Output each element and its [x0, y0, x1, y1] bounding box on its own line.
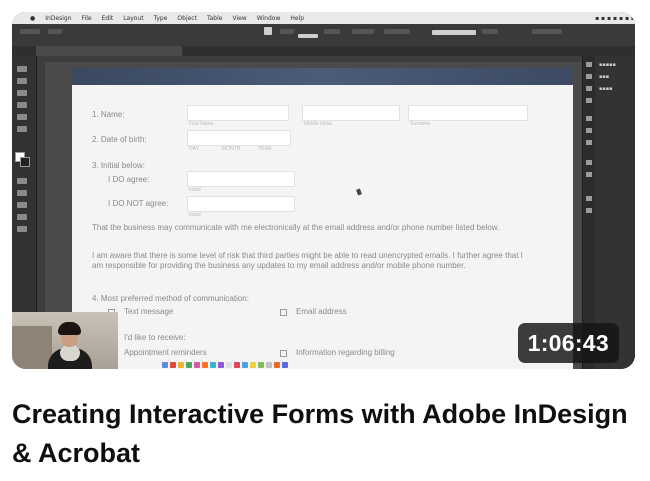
document-page: 1. Name: First Name Middle Initial Surna…: [72, 68, 573, 369]
dock-app-icon[interactable]: [186, 361, 192, 368]
dock-app-icon[interactable]: [234, 361, 240, 368]
dock-app-icon[interactable]: [194, 361, 200, 368]
dock-app-icon[interactable]: [218, 361, 224, 368]
dock-app-icon[interactable]: [258, 361, 264, 368]
color-panel-icon[interactable]: [586, 128, 592, 133]
forms-panel-icon[interactable]: [586, 172, 592, 177]
menu-item-window: Window: [256, 14, 281, 22]
panel-label: ▪▪▪▪▪: [599, 62, 616, 68]
disagree-initial-field[interactable]: [187, 196, 295, 212]
menu-item-view: View: [232, 14, 247, 22]
field-caption: Middle Initial: [304, 121, 332, 127]
video-card[interactable]: ● InDesign File Edit Layout Type Object …: [0, 0, 650, 481]
rectangle-tool-icon[interactable]: [17, 178, 27, 184]
pages-panel-icon[interactable]: [586, 74, 592, 79]
agree-initial-field[interactable]: [187, 171, 295, 187]
question-receive-label: I'd like to receive:: [124, 333, 186, 342]
swatches-panel-icon[interactable]: [586, 140, 592, 145]
risk-paragraph: I am aware that there is some level of r…: [92, 251, 523, 270]
buttons-panel-icon[interactable]: [586, 160, 592, 165]
email-address-label: Email address: [296, 307, 347, 316]
field-caption: DAY: [189, 146, 199, 152]
consent-paragraph: That the business may communicate with m…: [92, 223, 500, 232]
dock-app-icon[interactable]: [178, 361, 184, 368]
horizontal-ruler: [37, 56, 583, 62]
stroke-swatch-icon[interactable]: [20, 157, 30, 167]
mac-menubar: ● InDesign File Edit Layout Type Object …: [12, 12, 635, 24]
links-panel-icon[interactable]: [586, 98, 592, 103]
document-tab[interactable]: [36, 46, 182, 56]
properties-panel-icon[interactable]: [586, 62, 592, 67]
menu-item-object: Object: [177, 14, 197, 22]
dock-app-icon[interactable]: [266, 361, 272, 368]
question-name-label: 1. Name:: [92, 110, 125, 119]
page-tool-icon[interactable]: [17, 90, 27, 96]
disagree-label: I DO NOT agree:: [108, 199, 169, 208]
field-caption: Initial: [189, 187, 201, 193]
hand-tool-icon[interactable]: [17, 214, 27, 220]
question-dob-label: 2. Date of birth:: [92, 135, 147, 144]
type-tool-icon[interactable]: [17, 102, 27, 108]
field-caption: Initial: [189, 212, 201, 218]
line-tool-icon[interactable]: [17, 114, 27, 120]
agree-label: I DO agree:: [108, 175, 150, 184]
paragraph-styles-icon[interactable]: [586, 196, 592, 201]
menu-item-file: File: [81, 14, 92, 22]
menu-item-edit: Edit: [101, 14, 114, 22]
gradient-tool-icon[interactable]: [17, 202, 27, 208]
dock-app-icon[interactable]: [242, 361, 248, 368]
selection-tool-icon[interactable]: [17, 66, 27, 72]
layers-panel-icon[interactable]: [586, 86, 592, 91]
field-caption: First Name: [189, 121, 214, 127]
billing-info-checkbox[interactable]: [280, 350, 287, 357]
text-message-label: Text message: [124, 307, 174, 316]
dock-app-icon[interactable]: [202, 361, 208, 368]
character-styles-icon[interactable]: [586, 208, 592, 213]
stroke-panel-icon[interactable]: [586, 116, 592, 121]
question-initial-label: 3. Initial below:: [92, 161, 145, 170]
menu-item-table: Table: [206, 14, 223, 22]
surname-field[interactable]: [408, 105, 528, 121]
video-duration-badge: 1:06:43: [517, 323, 619, 363]
dock-app-icon[interactable]: [162, 361, 168, 368]
dock-app-icon[interactable]: [226, 361, 232, 368]
dock-app-icon[interactable]: [250, 361, 256, 368]
menu-item-layout: Layout: [123, 14, 144, 22]
direct-selection-tool-icon[interactable]: [17, 78, 27, 84]
video-title[interactable]: Creating Interactive Forms with Adobe In…: [12, 395, 632, 473]
panel-label: ▪▪▪: [599, 74, 610, 80]
mac-dock: [162, 360, 462, 369]
menu-item-help: Help: [290, 14, 305, 22]
indesign-control-bar: [12, 24, 635, 47]
menu-item-app: InDesign: [45, 14, 72, 22]
apple-icon: ●: [30, 14, 36, 22]
middle-initial-field[interactable]: [302, 105, 400, 121]
presenter-webcam-overlay: [12, 312, 118, 369]
field-caption: MONTH: [222, 146, 241, 152]
panel-label: ▪▪▪▪: [599, 86, 613, 92]
status-icons: ▪ ▪ ▪ ▪ ▪ ▪ ▪: [595, 14, 635, 22]
scissors-tool-icon[interactable]: [17, 190, 27, 196]
field-caption: Surname: [410, 121, 431, 127]
email-address-checkbox[interactable]: [280, 309, 287, 316]
date-of-birth-field[interactable]: [187, 130, 291, 146]
zoom-tool-icon[interactable]: [17, 226, 27, 232]
question-communication-label: 4. Most preferred method of communicatio…: [92, 294, 249, 303]
first-name-field[interactable]: [187, 105, 289, 121]
video-thumbnail[interactable]: ● InDesign File Edit Layout Type Object …: [12, 12, 635, 369]
page-header-band: [72, 68, 573, 85]
appointment-reminders-label: Appointment reminders: [124, 348, 207, 357]
dock-app-icon[interactable]: [170, 361, 176, 368]
billing-info-label: Information regarding billing: [296, 348, 395, 357]
dock-app-icon[interactable]: [274, 361, 280, 368]
field-caption: YEAR: [258, 146, 272, 152]
pen-tool-icon[interactable]: [17, 126, 27, 132]
dock-app-icon[interactable]: [282, 361, 288, 368]
menu-item-type: Type: [153, 14, 168, 22]
dock-app-icon[interactable]: [210, 361, 216, 368]
